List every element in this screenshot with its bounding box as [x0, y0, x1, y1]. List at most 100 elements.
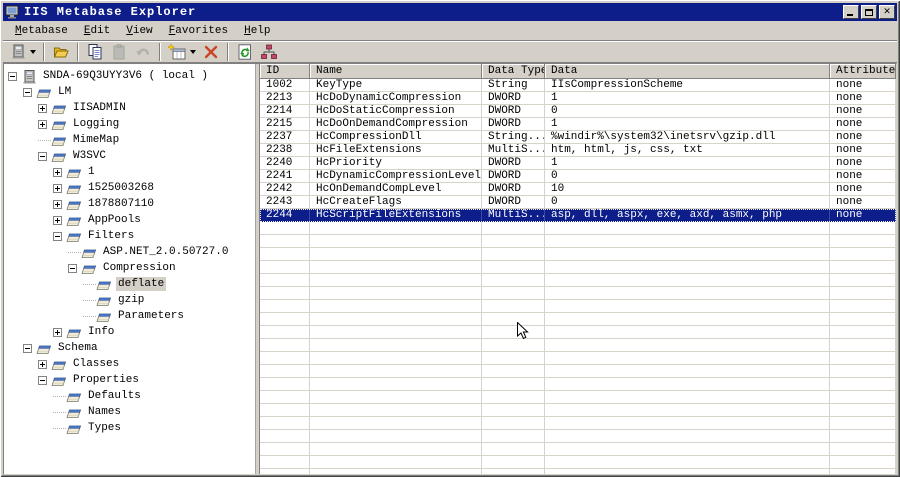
property-row-2214[interactable]: 2214 HcDoStaticCompression DWORD 0 none	[260, 105, 896, 118]
new-key-button[interactable]	[166, 42, 198, 62]
tree-node-asp-net-2-0-50727-0[interactable]: ASP.NET_2.0.50727.0	[4, 244, 255, 260]
property-row-2240[interactable]: 2240 HcPriority DWORD 1 none	[260, 157, 896, 170]
collapse-icon[interactable]	[8, 71, 17, 81]
property-row-2241[interactable]: 2241 HcDynamicCompressionLevel DWORD 0 none	[260, 170, 896, 183]
collapse-icon[interactable]	[38, 375, 47, 385]
collapse-icon[interactable]	[23, 87, 32, 97]
collapse-icon[interactable]	[53, 231, 62, 241]
collapse-icon[interactable]	[68, 263, 77, 273]
expand-icon[interactable]	[38, 359, 47, 369]
column-header-attributes[interactable]: Attributes	[830, 64, 896, 79]
expand-icon[interactable]	[38, 103, 47, 113]
open-button[interactable]	[50, 42, 72, 62]
expand-icon[interactable]	[53, 199, 62, 209]
tree-node-apppools[interactable]: AppPools	[4, 212, 255, 228]
expand-icon[interactable]	[53, 215, 62, 225]
property-row-2215[interactable]: 2215 HcDoOnDemandCompression DWORD 1 none	[260, 118, 896, 131]
refresh-button[interactable]	[234, 42, 256, 62]
expand-icon[interactable]	[53, 327, 62, 337]
tree-node-1[interactable]: 1	[4, 164, 255, 180]
column-header-id[interactable]: ID	[260, 64, 310, 79]
tree-node-label[interactable]: 1878807110	[86, 197, 156, 211]
property-row-2213[interactable]: 2213 HcDoDynamicCompression DWORD 1 none	[260, 92, 896, 105]
maximize-button[interactable]	[861, 5, 877, 19]
collapse-icon[interactable]	[23, 343, 32, 353]
column-header-name[interactable]: Name	[310, 64, 482, 79]
tree-node-label[interactable]: ASP.NET_2.0.50727.0	[101, 245, 230, 259]
property-row-2244[interactable]: 2244 HcScriptFileExtensions MultiS... asp, …	[260, 209, 896, 222]
tree-node-gzip[interactable]: gzip	[4, 292, 255, 308]
tree-node-lm[interactable]: LM	[4, 84, 255, 100]
tree-node-label[interactable]: Defaults	[86, 389, 143, 403]
tree-node-names[interactable]: Names	[4, 404, 255, 420]
tree-node-label[interactable]: gzip	[116, 293, 146, 307]
cell-type: DWORD	[482, 183, 545, 196]
expand-icon[interactable]	[53, 183, 62, 193]
expand-icon[interactable]	[38, 119, 47, 129]
property-row-2242[interactable]: 2242 HcOnDemandCompLevel DWORD 10 none	[260, 183, 896, 196]
title-bar[interactable]: IIS Metabase Explorer ✕	[3, 3, 897, 21]
dropdown-arrow-icon[interactable]	[190, 49, 196, 54]
collapse-icon[interactable]	[38, 151, 47, 161]
property-row-1002[interactable]: 1002 KeyType String IIsCompressionScheme non…	[260, 79, 896, 92]
tree-node-label[interactable]: 1525003268	[86, 181, 156, 195]
tree-node-label[interactable]: Parameters	[116, 309, 186, 323]
metabase-key-icon	[51, 150, 67, 163]
tree-node-mimemap[interactable]: MimeMap	[4, 132, 255, 148]
tree-node-label[interactable]: Names	[86, 405, 123, 419]
tree-node-defaults[interactable]: Defaults	[4, 388, 255, 404]
tree-node-label[interactable]: W3SVC	[71, 149, 108, 163]
tree-node-info[interactable]: Info	[4, 324, 255, 340]
tree-node-label[interactable]: Filters	[86, 229, 136, 243]
tree-node-types[interactable]: Types	[4, 420, 255, 436]
tree-node-label[interactable]: LM	[56, 85, 73, 99]
tree-node-1878807110[interactable]: 1878807110	[4, 196, 255, 212]
tree-node-label[interactable]: Info	[86, 325, 116, 339]
dropdown-arrow-icon[interactable]	[30, 49, 36, 54]
tree-node-label[interactable]: SNDA-69Q3UYY3V6 ( local )	[41, 69, 210, 83]
property-row-2243[interactable]: 2243 HcCreateFlags DWORD 0 none	[260, 196, 896, 209]
column-header-data[interactable]: Data	[545, 64, 830, 79]
expand-icon[interactable]	[53, 167, 62, 177]
tree-node-label[interactable]: MimeMap	[71, 133, 121, 147]
tree-node-compression[interactable]: Compression	[4, 260, 255, 276]
menu-favorites[interactable]: Favorites	[161, 23, 236, 39]
cell-name: HcFileExtensions	[310, 144, 482, 157]
tree-node-snda-69q3uyy3v6-local-[interactable]: SNDA-69Q3UYY3V6 ( local )	[4, 68, 255, 84]
minimize-button[interactable]	[843, 5, 859, 19]
menu-help[interactable]: Help	[236, 23, 278, 39]
tree-node-properties[interactable]: Properties	[4, 372, 255, 388]
close-button[interactable]: ✕	[879, 5, 895, 19]
copy-button[interactable]	[84, 42, 106, 62]
menu-metabase[interactable]: Metabase	[7, 23, 76, 39]
tree-node-label[interactable]: Classes	[71, 357, 121, 371]
tree-node-label[interactable]: IISADMIN	[71, 101, 128, 115]
menu-view[interactable]: View	[118, 23, 160, 39]
delete-button[interactable]	[200, 42, 222, 62]
tree-node-parameters[interactable]: Parameters	[4, 308, 255, 324]
tree-node-label[interactable]: 1	[86, 165, 97, 179]
hierarchy-button[interactable]	[258, 42, 280, 62]
tree-node-label[interactable]: Types	[86, 421, 123, 435]
tree-node-label[interactable]: deflate	[116, 277, 167, 291]
tree-node-label[interactable]: AppPools	[86, 213, 143, 227]
tree-node-schema[interactable]: Schema	[4, 340, 255, 356]
property-row-2238[interactable]: 2238 HcFileExtensions MultiS... htm, html, …	[260, 144, 896, 157]
property-row-2237[interactable]: 2237 HcCompressionDll String... %windir%\sy…	[260, 131, 896, 144]
tree-node-logging[interactable]: Logging	[4, 116, 255, 132]
tree-node-label[interactable]: Schema	[56, 341, 100, 355]
tree-node-label[interactable]: Logging	[71, 117, 121, 131]
tree-node-filters[interactable]: Filters	[4, 228, 255, 244]
menu-edit[interactable]: Edit	[76, 23, 118, 39]
computer-connect-button[interactable]	[8, 42, 38, 62]
tree-node-label[interactable]: Compression	[101, 261, 178, 275]
column-header-data-type[interactable]: Data Type	[482, 64, 545, 79]
tree-node-deflate[interactable]: deflate	[4, 276, 255, 292]
cell-type: DWORD	[482, 157, 545, 170]
tree-node-1525003268[interactable]: 1525003268	[4, 180, 255, 196]
tree-node-iisadmin[interactable]: IISADMIN	[4, 100, 255, 116]
tree-node-classes[interactable]: Classes	[4, 356, 255, 372]
tree-node-label[interactable]: Properties	[71, 373, 141, 387]
menu-bar: Metabase Edit View Favorites Help	[3, 21, 897, 40]
tree-node-w3svc[interactable]: W3SVC	[4, 148, 255, 164]
